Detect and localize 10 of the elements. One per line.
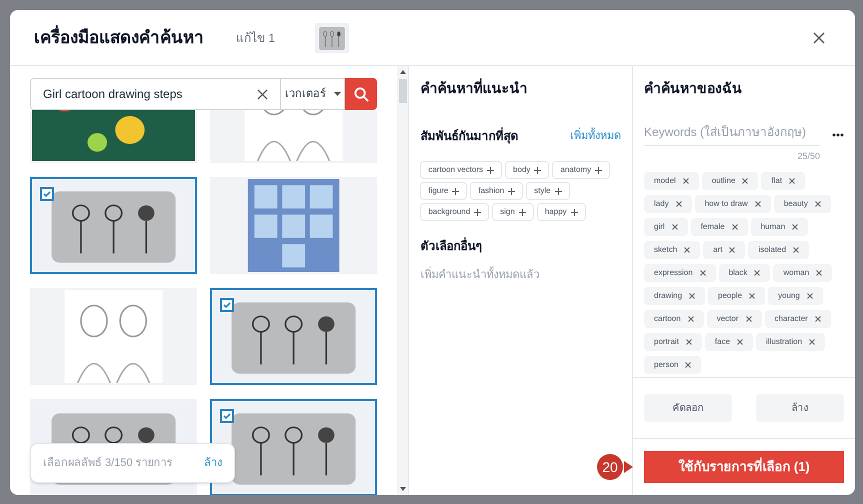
panel-heading: คำค้นหาที่แนะนำ xyxy=(420,78,528,98)
dialog-title: เครื่องมือแสดงคำค้นหา xyxy=(34,24,204,50)
section-heading: สัมพันธ์กันมากที่สุด xyxy=(420,127,518,145)
step-badge: 20 xyxy=(597,454,624,480)
character-counter: 25/50 xyxy=(797,150,820,163)
section-heading: ตัวเลือกอื่นๆ xyxy=(420,237,482,255)
panel-heading: คำค้นหาของฉัน xyxy=(644,79,744,98)
revision-label: แก้ไข 1 xyxy=(236,30,276,46)
selection-count: เลือกผลลัพธ์ 3/150 รายการ xyxy=(43,456,173,471)
empty-message: เพิ่มคำแนะนำทั้งหมดแล้ว xyxy=(420,267,622,284)
